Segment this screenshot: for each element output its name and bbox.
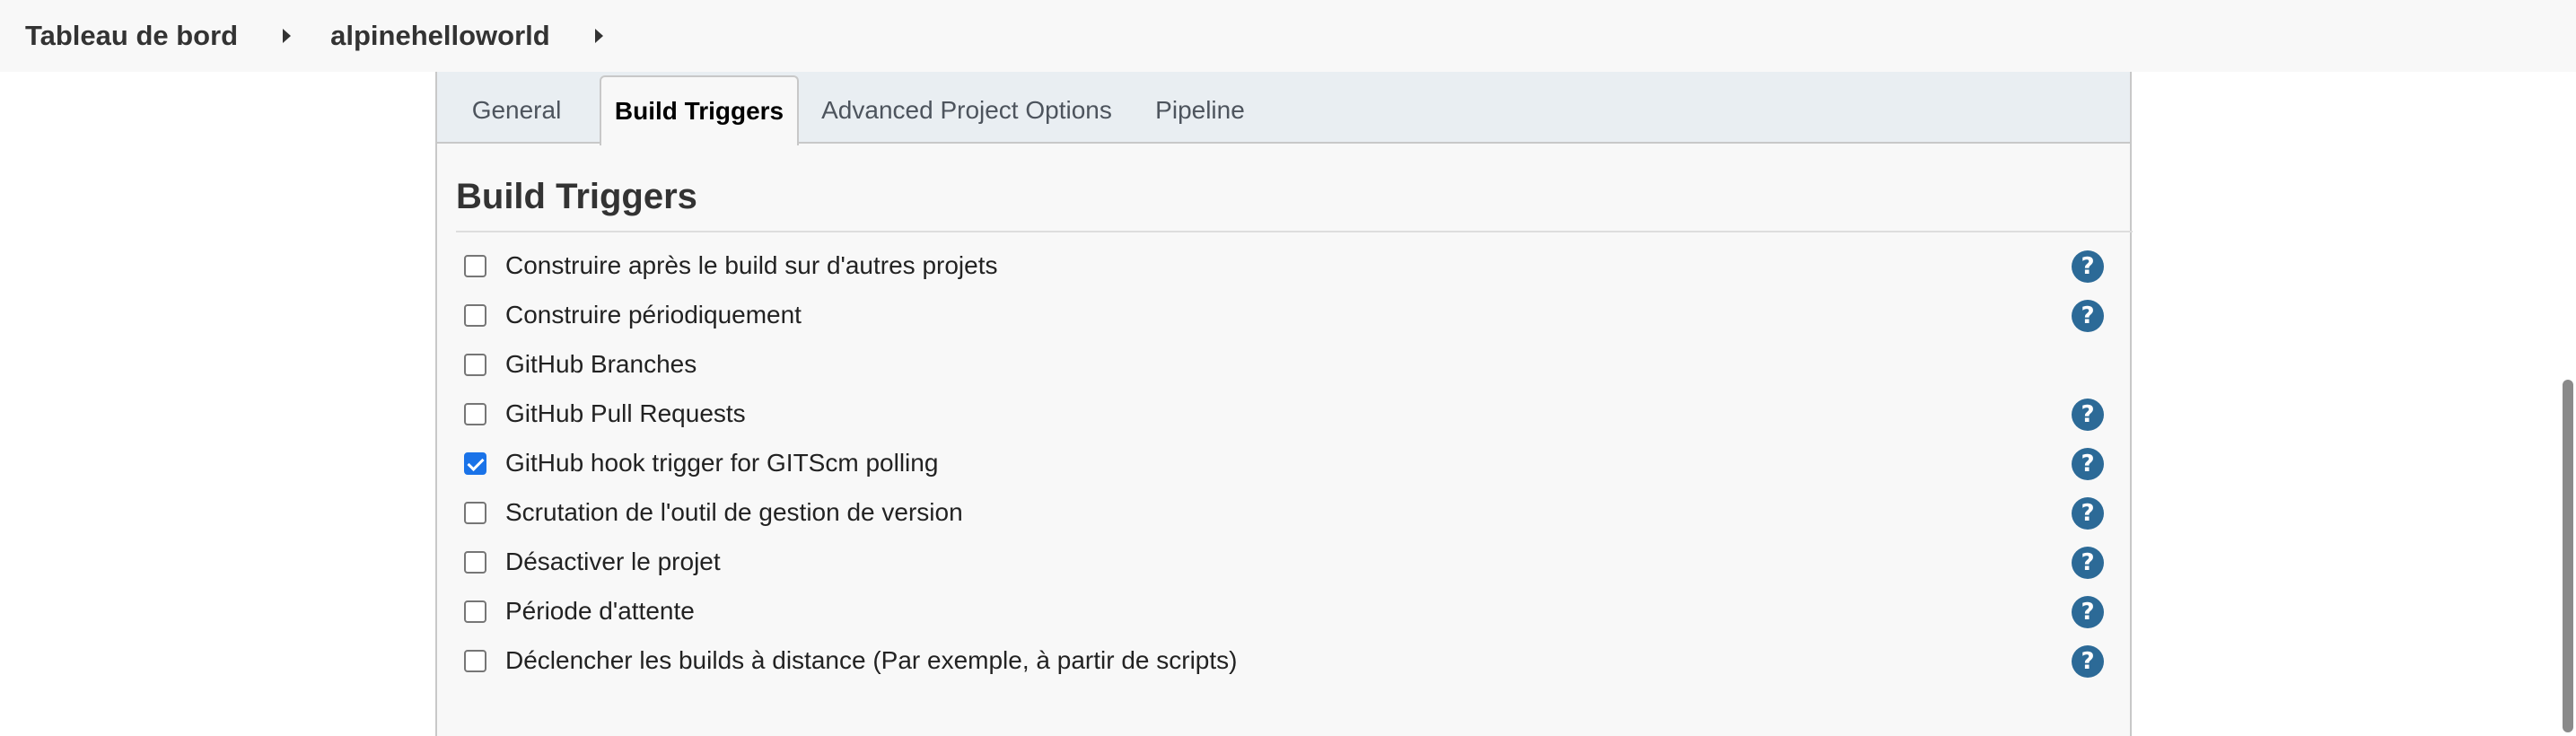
tab-general[interactable]: General [456, 75, 577, 145]
help-icon[interactable]: ? [2072, 547, 2104, 579]
trigger-label[interactable]: Construire après le build sur d'autres p… [505, 251, 998, 280]
help-icon[interactable]: ? [2072, 645, 2104, 678]
trigger-option: GitHub Branches [437, 341, 2130, 390]
trigger-option: Désactiver le projet ? [437, 539, 2130, 588]
tab-strip: General Build Triggers Advanced Project … [437, 72, 2130, 145]
checkbox-github-pull-requests[interactable] [464, 403, 486, 425]
trigger-option: Construire périodiquement ? [437, 292, 2130, 341]
help-icon[interactable]: ? [2072, 448, 2104, 480]
trigger-option: Scrutation de l'outil de gestion de vers… [437, 489, 2130, 539]
trigger-option: GitHub hook trigger for GITScm polling ? [437, 440, 2130, 489]
trigger-label[interactable]: GitHub Pull Requests [505, 399, 746, 428]
trigger-option: Déclencher les builds à distance (Par ex… [437, 637, 2130, 687]
trigger-label[interactable]: Scrutation de l'outil de gestion de vers… [505, 498, 963, 527]
section-title: Build Triggers [456, 177, 697, 216]
help-icon[interactable]: ? [2072, 497, 2104, 530]
help-icon[interactable]: ? [2072, 596, 2104, 628]
tab-advanced-project-options[interactable]: Advanced Project Options [814, 75, 1119, 145]
checkbox-quiet-period[interactable] [464, 600, 486, 623]
checkbox-github-branches[interactable] [464, 354, 486, 376]
breadcrumb-chevron-right-icon[interactable] [283, 29, 292, 43]
checkbox-build-periodically[interactable] [464, 304, 486, 327]
help-icon[interactable]: ? [2072, 399, 2104, 431]
help-icon[interactable]: ? [2072, 250, 2104, 283]
trigger-option: Période d'attente ? [437, 588, 2130, 637]
trigger-label[interactable]: Désactiver le projet [505, 548, 721, 576]
trigger-label[interactable]: Période d'attente [505, 597, 695, 626]
trigger-option: Construire après le build sur d'autres p… [437, 242, 2130, 292]
trigger-options-list: Construire après le build sur d'autres p… [437, 242, 2130, 687]
help-icon[interactable]: ? [2072, 300, 2104, 332]
trigger-option: GitHub Pull Requests ? [437, 390, 2130, 440]
breadcrumb-item-project[interactable]: alpinehelloworld [330, 20, 550, 52]
scrollbar-thumb[interactable] [2563, 380, 2573, 732]
checkbox-disable-project[interactable] [464, 551, 486, 574]
section-divider [456, 231, 2133, 232]
checkbox-build-after-other-projects[interactable] [464, 255, 486, 277]
checkbox-scm-polling[interactable] [464, 502, 486, 524]
tab-pipeline[interactable]: Pipeline [1137, 75, 1263, 145]
breadcrumb: Tableau de bord alpinehelloworld [0, 0, 2576, 72]
checkbox-github-hook-trigger[interactable] [464, 452, 486, 475]
trigger-label[interactable]: GitHub Branches [505, 350, 697, 379]
trigger-label[interactable]: Déclencher les builds à distance (Par ex… [505, 646, 1237, 675]
breadcrumb-item-dashboard[interactable]: Tableau de bord [25, 20, 238, 52]
checkbox-trigger-remote-builds[interactable] [464, 650, 486, 672]
config-panel: General Build Triggers Advanced Project … [435, 72, 2133, 736]
tab-build-triggers[interactable]: Build Triggers [600, 75, 799, 145]
trigger-label[interactable]: Construire périodiquement [505, 301, 802, 329]
breadcrumb-chevron-right-icon[interactable] [594, 29, 603, 43]
trigger-label[interactable]: GitHub hook trigger for GITScm polling [505, 449, 938, 478]
